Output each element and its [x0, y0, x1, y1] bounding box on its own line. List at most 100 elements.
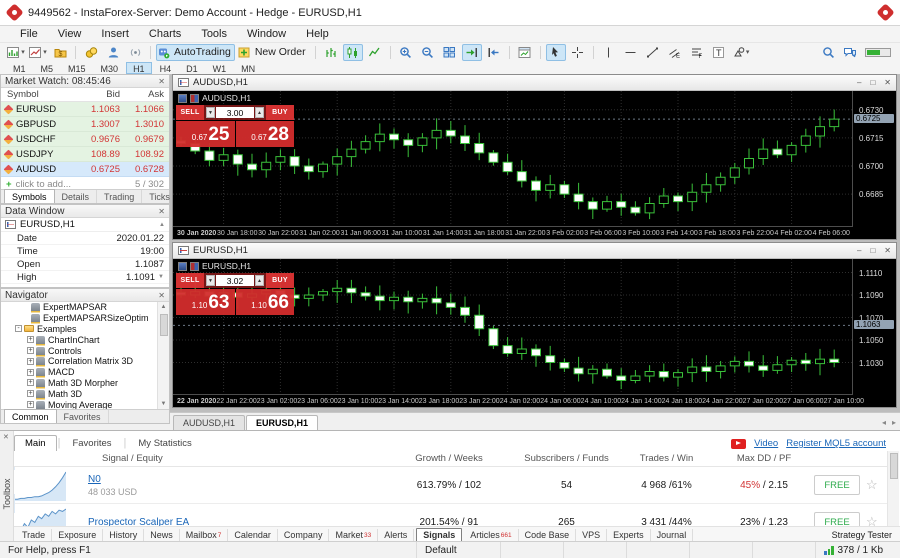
- expander-plus-icon[interactable]: +: [27, 336, 34, 343]
- market-watch-tab-details[interactable]: Details: [55, 190, 98, 203]
- chat-button[interactable]: [840, 44, 860, 61]
- lot-input[interactable]: 3.02: [216, 275, 254, 286]
- zoom-out-button[interactable]: [418, 44, 438, 61]
- sell-button[interactable]: SELL: [176, 105, 204, 120]
- market-watch-row[interactable]: AUDUSD0.67250.6728: [1, 162, 169, 177]
- lot-increase-button[interactable]: ▲: [255, 275, 264, 286]
- scroll-down-icon[interactable]: ▼: [161, 399, 167, 409]
- toolbox-tab-journal[interactable]: Journal: [651, 529, 694, 541]
- price-scale[interactable]: 0.67300.67150.67000.66850.6725: [852, 91, 896, 226]
- menu-window[interactable]: Window: [237, 27, 296, 41]
- timeframe-m1[interactable]: M1: [6, 62, 33, 74]
- scroll-up-icon[interactable]: ▲: [161, 302, 167, 312]
- scroll-up-icon[interactable]: ▲: [159, 222, 165, 228]
- toolbox-tab-exposure[interactable]: Exposure: [52, 529, 103, 541]
- sell-button[interactable]: SELL: [176, 273, 204, 288]
- data-window-header[interactable]: Data Window ✕: [1, 205, 169, 218]
- time-axis[interactable]: 30 Jan 202030 Jan 18:0030 Jan 22:0031 Ja…: [173, 226, 853, 239]
- strategy-tester-label[interactable]: Strategy Tester: [832, 530, 900, 540]
- lot-input[interactable]: 3.00: [216, 107, 254, 118]
- toolbox-tab-code-base[interactable]: Code Base: [519, 529, 577, 541]
- signals-broadcast-button[interactable]: [125, 44, 145, 61]
- expander-plus-icon[interactable]: +: [27, 390, 34, 397]
- navigator-item[interactable]: +Math 3D: [1, 388, 157, 399]
- chart-body[interactable]: EURUSD,H1SELL▼3.02▲BUY1.10631.10661.1110…: [173, 259, 896, 407]
- sell-price-panel[interactable]: 1.1063: [176, 289, 235, 315]
- zoom-in-button[interactable]: [396, 44, 416, 61]
- candlestick-button[interactable]: [343, 44, 363, 61]
- toolbox-tab-articles[interactable]: Articles661: [464, 529, 518, 541]
- signal-row[interactable]: N048 033 USD613.79% / 102544 968 /61%45%…: [14, 467, 887, 504]
- toolbox-tab-calendar[interactable]: Calendar: [228, 529, 278, 541]
- crosshair-button[interactable]: [568, 44, 588, 61]
- navigator-tab-common[interactable]: Common: [4, 409, 57, 423]
- close-icon[interactable]: ✕: [884, 246, 891, 255]
- close-icon[interactable]: ✕: [158, 77, 165, 86]
- chart-window-titlebar[interactable]: EURUSD,H1–□✕: [173, 243, 896, 259]
- market-watch-header[interactable]: Market Watch: 08:45:46 ✕: [1, 75, 169, 88]
- toolbox-tab-news[interactable]: News: [144, 529, 180, 541]
- lot-increase-button[interactable]: ▲: [255, 107, 264, 118]
- new-order-button[interactable]: New Order: [237, 44, 310, 61]
- navigator-item[interactable]: +Moving Average: [1, 399, 157, 409]
- tile-windows-button[interactable]: [440, 44, 460, 61]
- navigator-item[interactable]: +ChartInChart: [1, 334, 157, 345]
- menu-file[interactable]: File: [10, 27, 48, 41]
- navigator-item[interactable]: +Math 3D Morpher: [1, 378, 157, 389]
- chart-tab-audusdh1[interactable]: AUDUSD,H1: [173, 415, 245, 430]
- status-profile[interactable]: Default: [417, 542, 501, 558]
- add-symbol-label[interactable]: click to add...: [16, 179, 71, 190]
- sell-price-panel[interactable]: 0.6725: [176, 121, 235, 147]
- toolbox-tab-market[interactable]: Market33: [329, 529, 378, 541]
- timeframe-mn[interactable]: MN: [234, 62, 262, 74]
- tab-prev-icon[interactable]: ◂: [882, 418, 886, 427]
- menu-view[interactable]: View: [48, 27, 92, 41]
- scroll-down-icon[interactable]: ▼: [158, 274, 164, 280]
- chart-tab-eurusdh1[interactable]: EURUSD,H1: [246, 415, 318, 430]
- navigator-item[interactable]: ExpertMAPSAR: [1, 302, 157, 313]
- expander-plus-icon[interactable]: +: [27, 379, 34, 386]
- maximize-icon[interactable]: □: [870, 246, 875, 255]
- time-axis[interactable]: 22 Jan 202022 Jan 22:0023 Jan 02:0023 Ja…: [173, 394, 853, 407]
- toolbox-tab-alerts[interactable]: Alerts: [378, 529, 414, 541]
- vertical-line-button[interactable]: [599, 44, 619, 61]
- bar-chart-button[interactable]: [321, 44, 341, 61]
- toolbox-tab-mailbox[interactable]: Mailbox7: [180, 529, 229, 541]
- market-watch-tab-trading[interactable]: Trading: [97, 190, 142, 203]
- navigator-item[interactable]: ExpertMAPSARSizeOptim: [1, 313, 157, 324]
- navigator-scrollbar[interactable]: ▲ ▼: [157, 302, 169, 409]
- community-button[interactable]: [103, 44, 123, 61]
- maximize-icon[interactable]: □: [870, 78, 875, 87]
- toolbox-tab-experts[interactable]: Experts: [607, 529, 651, 541]
- market-watch-tab-symbols[interactable]: Symbols: [4, 189, 55, 203]
- profiles-button[interactable]: ▾: [28, 44, 48, 61]
- expander-plus-icon[interactable]: +: [27, 401, 34, 408]
- expander-plus-icon[interactable]: +: [27, 358, 34, 365]
- close-icon[interactable]: ✕: [158, 291, 165, 300]
- expander-plus-icon[interactable]: +: [27, 347, 34, 354]
- minimize-icon[interactable]: –: [857, 246, 861, 255]
- market-watch-row[interactable]: USDCHF0.96760.9679: [1, 132, 169, 147]
- video-link[interactable]: Video: [754, 438, 778, 449]
- buy-price-panel[interactable]: 0.6728: [236, 121, 295, 147]
- menu-charts[interactable]: Charts: [139, 27, 191, 41]
- signals-tab-main[interactable]: Main: [14, 435, 57, 451]
- line-chart-button[interactable]: [365, 44, 385, 61]
- cursor-button[interactable]: [546, 44, 566, 61]
- navigator-item[interactable]: +Controls: [1, 345, 157, 356]
- market-watch-row[interactable]: EURUSD1.10631.1066: [1, 102, 169, 117]
- buy-button[interactable]: BUY: [266, 105, 294, 120]
- title-bar[interactable]: 9449562 - InstaForex-Server: Demo Accoun…: [0, 0, 900, 26]
- menu-insert[interactable]: Insert: [91, 27, 139, 41]
- price-scale[interactable]: 1.11101.10901.10701.10501.10301.1063: [852, 259, 896, 394]
- autoscroll-button[interactable]: [462, 44, 482, 61]
- chart-shift-button[interactable]: [484, 44, 504, 61]
- new-chart-button[interactable]: ▾: [6, 44, 26, 61]
- signals-tab-my-statistics[interactable]: My Statistics: [127, 435, 202, 451]
- chart-body[interactable]: AUDUSD,H1SELL▼3.00▲BUY0.67250.67280.6730…: [173, 91, 896, 239]
- timeframe-m5[interactable]: M5: [34, 62, 61, 74]
- deposit-button[interactable]: [81, 44, 101, 61]
- trendline-button[interactable]: [643, 44, 663, 61]
- timeframe-h4[interactable]: H4: [153, 62, 179, 74]
- text-label-button[interactable]: T: [709, 44, 729, 61]
